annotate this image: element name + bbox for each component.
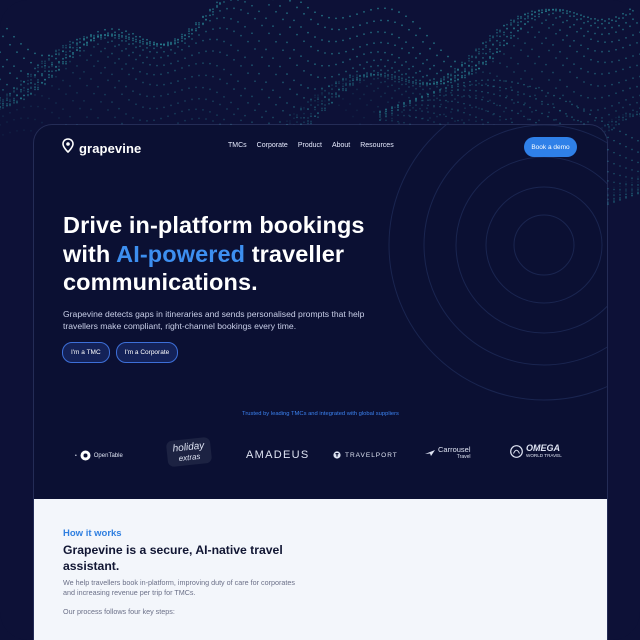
- travelport-label: TRAVELPORT: [345, 451, 398, 459]
- headline-text: with: [63, 240, 117, 267]
- opentable-icon: [80, 450, 91, 461]
- browser-window: grapevine TMCs Corporate Product About R…: [34, 125, 607, 640]
- opentable-label: OpenTable: [93, 452, 123, 459]
- partner-logos: • OpenTable holiday extras amadeus TRAVE…: [34, 436, 607, 473]
- omega-sub: WORLD TRAVEL: [526, 453, 562, 458]
- hero-cta-row: I'm a TMC I'm a Corporate: [62, 342, 179, 363]
- book-demo-button[interactable]: Book a demo: [524, 137, 577, 157]
- headline-line-1: Drive in-platform bookings: [63, 212, 365, 238]
- menu-item-tmcs[interactable]: TMCs: [228, 142, 247, 149]
- tmc-button[interactable]: I'm a TMC: [62, 342, 110, 363]
- menu-item-resources[interactable]: Resources: [360, 142, 393, 149]
- headline-line-3: communications.: [63, 269, 258, 295]
- carrousel-label: Carrousel: [438, 445, 471, 454]
- carrousel-plane-icon: [425, 449, 435, 456]
- dot-icon: •: [75, 452, 77, 459]
- extras-text: extras: [178, 451, 201, 463]
- amadeus-logo: amadeus: [246, 449, 310, 461]
- omega-globe-icon: [510, 445, 523, 458]
- headline-text: traveller: [245, 240, 345, 267]
- how-it-works-section: How it works Grapevine is a secure, AI-n…: [34, 499, 607, 640]
- page-frame: grapevine TMCs Corporate Product About R…: [0, 0, 640, 640]
- menu-item-about[interactable]: About: [332, 142, 350, 149]
- headline-accent: AI-powered: [116, 240, 246, 267]
- menu-item-product[interactable]: Product: [298, 142, 322, 149]
- top-nav: grapevine TMCs Corporate Product About R…: [34, 125, 607, 169]
- brand-name: grapevine: [79, 140, 142, 156]
- hero-subtext: Grapevine detects gaps in itineraries an…: [63, 309, 365, 331]
- holiday-extras-logo: holiday extras: [165, 436, 213, 468]
- travelport-logo: TRAVELPORT: [333, 451, 398, 459]
- how-it-works-paragraph: We help travellers book in-platform, imp…: [63, 578, 295, 597]
- hero-headline: Drive in-platform bookings with AI-power…: [63, 211, 483, 297]
- travelport-icon: [333, 451, 341, 459]
- brand-logo[interactable]: grapevine: [62, 138, 141, 158]
- menu-item-corporate[interactable]: Corporate: [257, 142, 288, 149]
- main-menu: TMCs Corporate Product About Resources: [228, 142, 404, 149]
- opentable-logo: • OpenTable: [75, 450, 123, 461]
- location-pin-icon: [62, 138, 74, 158]
- how-it-works-steps-intro: Our process follows four key steps:: [63, 607, 175, 616]
- carrousel-logo: Carrousel Travel: [424, 445, 471, 460]
- how-it-works-title: Grapevine is a secure, AI-native travel …: [63, 543, 283, 573]
- corporate-button[interactable]: I'm a Corporate: [115, 342, 179, 363]
- how-it-works-eyebrow: How it works: [63, 528, 122, 539]
- omega-label: OMEGA: [526, 443, 561, 453]
- omega-text: OMEGA WORLD TRAVEL: [526, 444, 562, 459]
- carrousel-text: Carrousel Travel: [438, 445, 471, 460]
- trusted-by-text: Trusted by leading TMCs and integrated w…: [242, 411, 399, 417]
- carrousel-sub: Travel: [456, 454, 471, 460]
- headline-line-2: with AI-powered traveller: [63, 240, 483, 269]
- omega-logo: OMEGA WORLD TRAVEL: [510, 444, 562, 459]
